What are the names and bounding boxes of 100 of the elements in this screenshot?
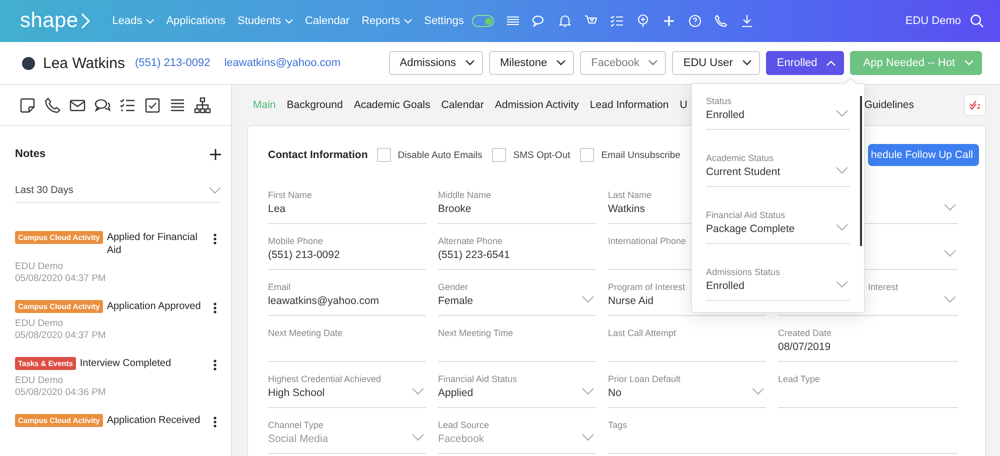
chat-icon[interactable]: [94, 96, 111, 114]
form-field[interactable]: Lead Type: [778, 374, 958, 408]
form-field[interactable]: Tags: [608, 420, 958, 454]
note-date: 05/08/2020 04:36 PM: [15, 387, 107, 399]
status-select[interactable]: Status Enrolled: [706, 96, 850, 130]
note-date: 05/08/2020 04:37 PM: [15, 273, 107, 285]
tab[interactable]: Calendar: [441, 99, 484, 111]
chevron-icon: [582, 296, 594, 303]
dropdown-button[interactable]: Admissions: [388, 51, 484, 75]
logo-chevron-icon: [81, 13, 90, 29]
form-field[interactable]: Last Call Attempt: [608, 328, 766, 362]
caret-icon: [284, 18, 293, 24]
checkbox[interactable]: [492, 148, 506, 162]
tab[interactable]: U: [680, 99, 688, 111]
phone-link[interactable]: (551) 213-0092: [134, 57, 210, 69]
caret-icon: [742, 60, 752, 66]
caret-icon: [826, 60, 836, 66]
checkbox-label: Disable Auto Emails: [398, 150, 482, 160]
chevron-icon: [836, 167, 848, 174]
org-chart-icon[interactable]: [194, 96, 211, 114]
add-icon[interactable]: [210, 148, 221, 160]
bell-icon[interactable]: [558, 14, 572, 28]
form-field[interactable]: Created Date 08/07/2019: [778, 328, 958, 362]
note-title: Application Approved: [106, 300, 201, 313]
checklist-icon[interactable]: [119, 96, 136, 114]
chevron-icon: [944, 250, 956, 257]
contact-name: Lea Watkins: [43, 54, 125, 72]
note-date: 05/08/2020 04:37 PM: [15, 330, 107, 342]
caret-icon: [146, 18, 154, 24]
note-title: Application Received: [106, 414, 200, 427]
form-field[interactable]: Email leawatkins@yahoo.com: [268, 282, 426, 316]
note-author: EDU Demo: [15, 375, 64, 387]
form-field[interactable]: First Name Lea: [268, 190, 426, 224]
note-title: Interview Completed: [80, 357, 172, 370]
caret-icon: [404, 18, 412, 24]
dropdown-button[interactable]: Milestone: [489, 51, 574, 75]
form-field[interactable]: Mobile Phone (551) 213-0092: [268, 236, 426, 270]
search-icon[interactable]: [970, 14, 984, 28]
form-field[interactable]: Next Meeting Date: [268, 328, 426, 362]
chevron-icon: [582, 388, 594, 395]
more-icon[interactable]: [213, 416, 217, 428]
chevron-icon: [836, 224, 848, 231]
note-icon[interactable]: [19, 96, 36, 114]
more-icon[interactable]: [213, 359, 217, 371]
dropdown-button[interactable]: Enrolled: [766, 51, 844, 75]
chevron-icon: [836, 110, 848, 117]
tab[interactable]: Guidelines: [864, 99, 914, 111]
form-field[interactable]: Financial Aid Status Applied: [438, 374, 596, 408]
chevron-icon: [412, 434, 424, 441]
form-field[interactable]: Next Meeting Time: [438, 328, 596, 362]
scrollbar[interactable]: [860, 96, 862, 246]
email-link[interactable]: leawatkins@yahoo.com: [224, 57, 341, 69]
date-filter-select[interactable]: Last 30 Days: [15, 185, 221, 203]
download-icon[interactable]: [740, 14, 754, 28]
section-title: Contact Information: [268, 149, 368, 161]
note-author: EDU Demo: [15, 261, 64, 273]
user-name[interactable]: EDU Demo: [905, 15, 961, 27]
caret-icon: [648, 60, 658, 66]
checkbox-icon[interactable]: [144, 96, 161, 114]
chevron-icon: [944, 296, 956, 303]
checkbox-label: Email Unsubscribe: [601, 150, 680, 160]
chevron-icon: [944, 204, 956, 211]
checkbox[interactable]: [376, 148, 391, 162]
notes-heading: Notes: [15, 148, 46, 160]
form-field[interactable]: Middle Name Brooke: [438, 190, 596, 224]
form-field[interactable]: Channel Type Social Media: [268, 420, 426, 454]
chevron-icon: [412, 388, 424, 395]
chevron-icon: [752, 388, 764, 395]
stack-icon[interactable]: [506, 14, 520, 28]
tab[interactable]: Academic Goals: [354, 99, 430, 111]
form-field[interactable]: Gender Female: [438, 282, 596, 316]
status-select[interactable]: Academic Status Current Student: [706, 153, 850, 187]
checkbox[interactable]: [580, 148, 594, 162]
chevron-icon: [836, 281, 848, 288]
phone-icon[interactable]: [44, 96, 61, 114]
note-author: EDU Demo: [15, 318, 64, 330]
dropdown-button[interactable]: Facebook: [580, 51, 666, 75]
chevron-icon: [582, 434, 594, 441]
note-title: Applied for Financial Aid: [106, 231, 198, 257]
tab[interactable]: Admission Activity: [494, 99, 579, 111]
more-icon[interactable]: [213, 233, 217, 245]
checklist-icon[interactable]: [610, 14, 624, 28]
pin-icon[interactable]: [636, 14, 650, 28]
tab[interactable]: Background: [286, 99, 343, 111]
check-button[interactable]: [964, 94, 986, 116]
tab[interactable]: Lead Information: [590, 99, 669, 111]
schedule-call-button[interactable]: hedule Follow Up Call: [868, 144, 979, 166]
caret-icon: [556, 60, 566, 66]
more-icon[interactable]: [213, 302, 217, 314]
form-field[interactable]: Highest Credential Achieved High School: [268, 374, 426, 408]
plus-icon[interactable]: [662, 14, 676, 28]
status-select[interactable]: Financial Aid Status Package Complete: [706, 210, 850, 244]
list-icon[interactable]: [169, 96, 186, 114]
toggle-switch[interactable]: [472, 15, 494, 27]
help-icon[interactable]: [688, 14, 702, 28]
form-field[interactable]: Lead Source Facebook: [438, 420, 596, 454]
dropdown-button[interactable]: EDU User: [672, 51, 760, 75]
form-field[interactable]: Prior Loan Default No: [608, 374, 766, 408]
status-select[interactable]: Admissions Status Enrolled: [706, 267, 850, 301]
form-field[interactable]: Alternate Phone (551) 223-6541: [438, 236, 596, 270]
